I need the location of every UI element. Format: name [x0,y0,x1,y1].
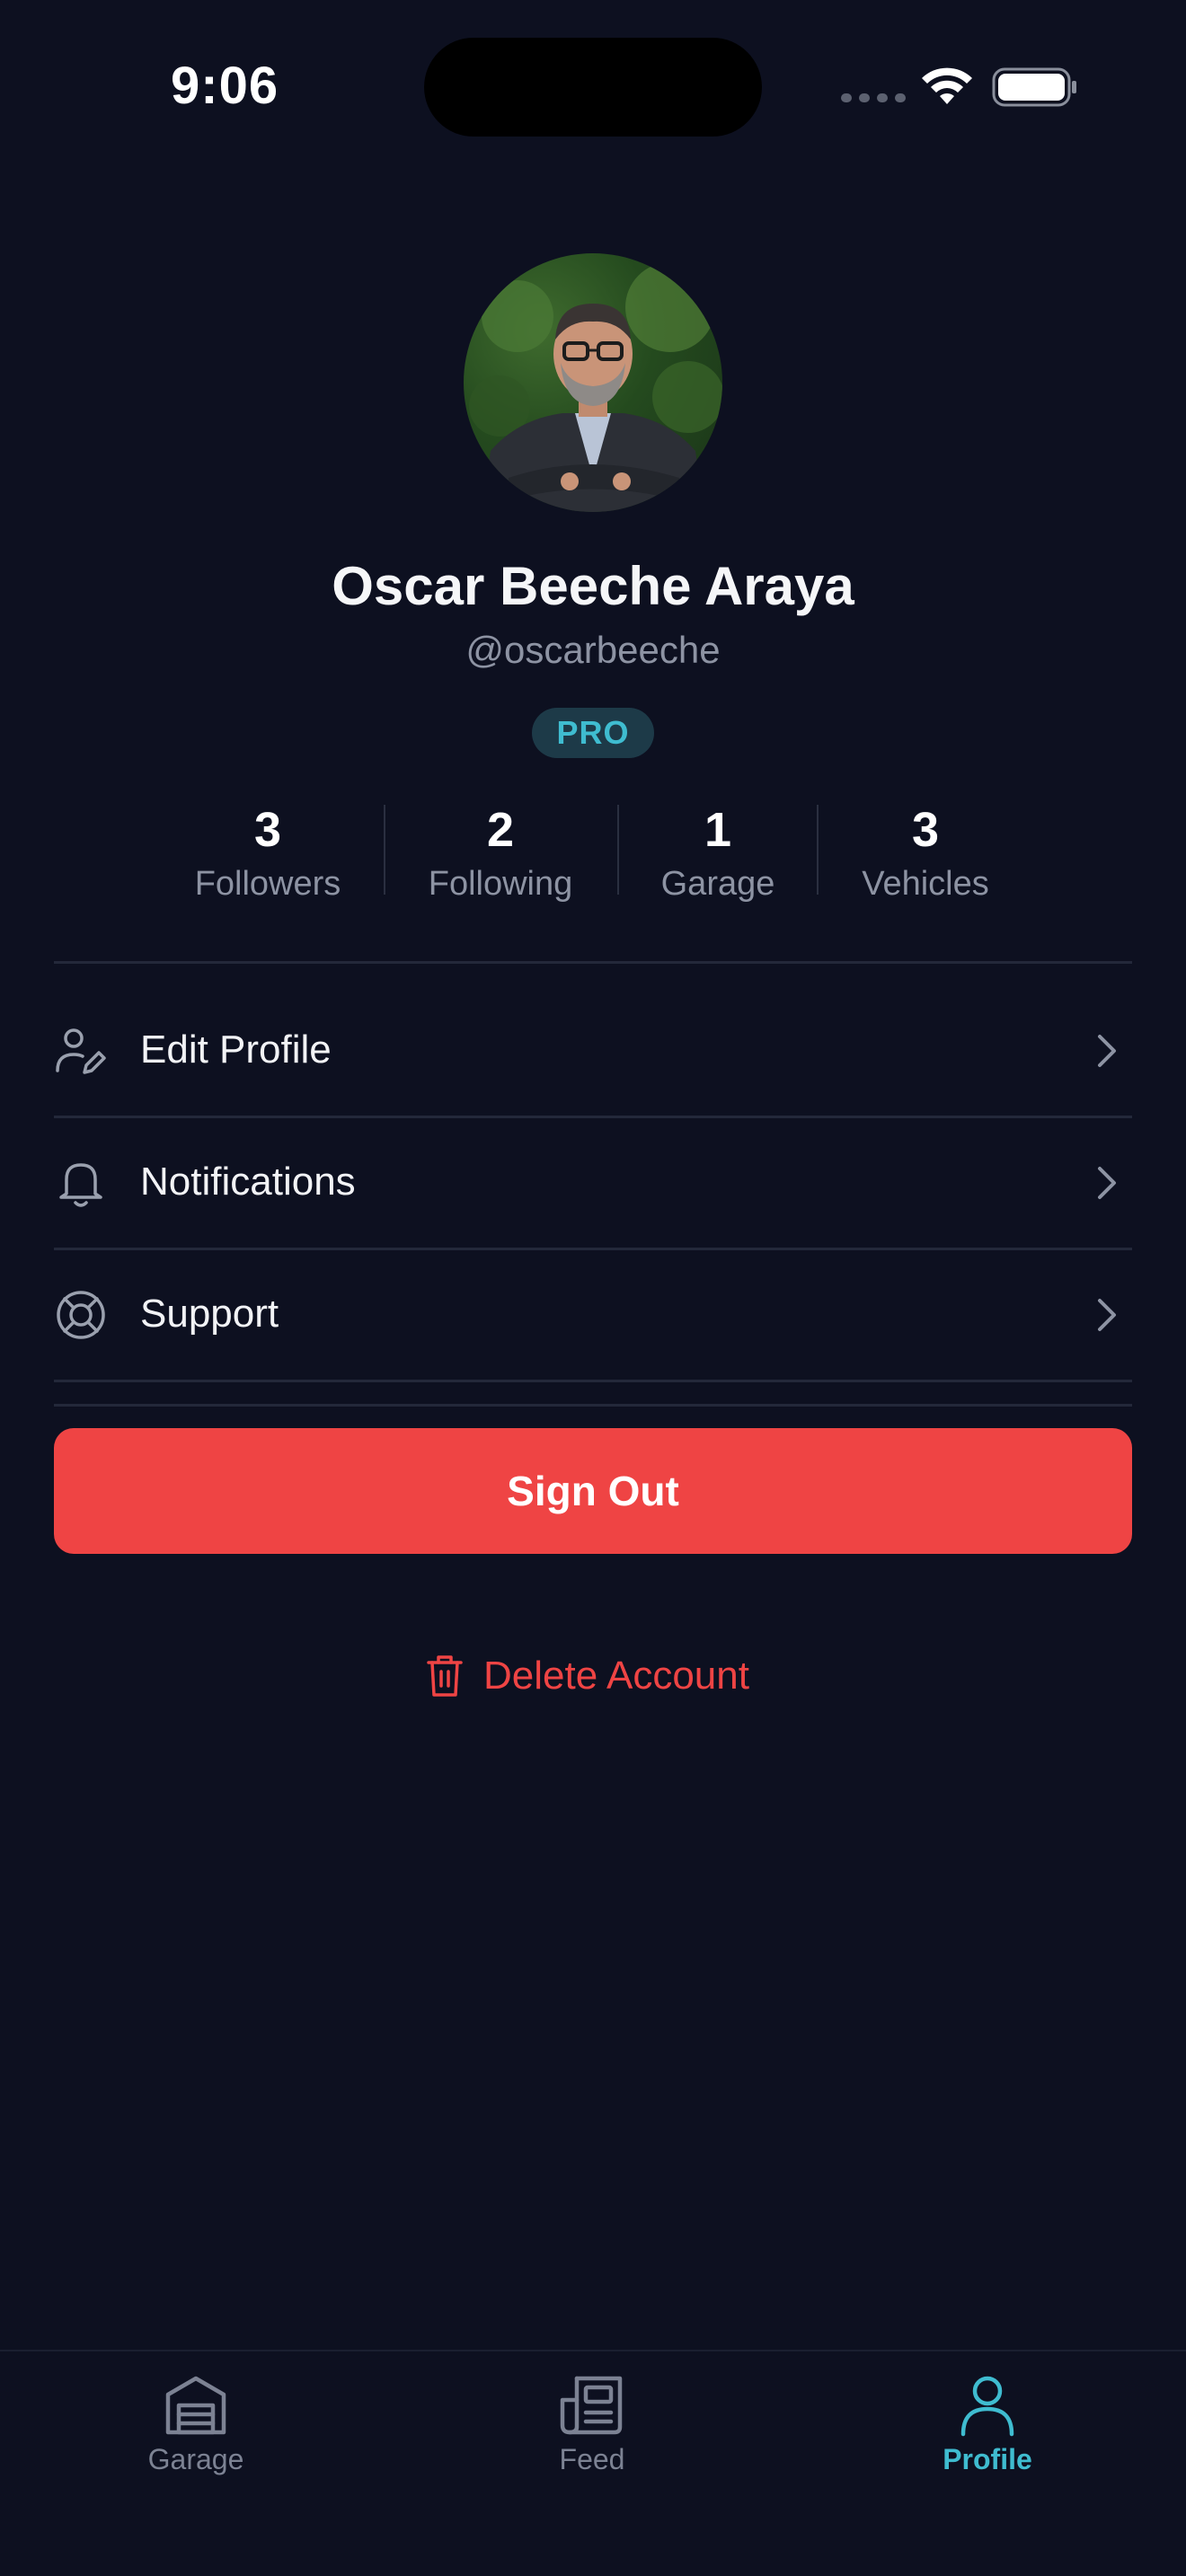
dynamic-island [424,38,762,137]
tab-garage[interactable]: Garage [97,2373,295,2476]
tab-profile[interactable]: Profile [889,2373,1086,2476]
status-time: 9:06 [171,57,279,115]
section-divider [54,1404,1132,1407]
section-divider [54,961,1132,964]
stat-label: Followers [194,865,341,903]
menu-label: Edit Profile [140,1028,332,1072]
profile-name: Oscar Beeche Araya [332,556,854,616]
stat-label: Vehicles [862,865,989,903]
cellular-signal-icon [841,93,906,102]
tab-label: Feed [559,2443,625,2475]
stat-label: Following [428,865,573,903]
chevron-right-icon [1098,1035,1116,1067]
stat-value: 1 [704,803,732,857]
menu-item-edit-profile[interactable]: Edit Profile [54,986,1132,1116]
chevron-right-icon [1098,1299,1116,1331]
wifi-icon [922,67,972,104]
battery-icon [992,67,1076,107]
delete-account-label: Delete Account [483,1654,749,1698]
menu-item-support[interactable]: Support [54,1250,1132,1380]
menu-item-notifications[interactable]: Notifications [54,1118,1132,1248]
stat-garage[interactable]: 1 Garage [646,801,790,905]
stat-divider [617,805,619,895]
trash-icon [427,1655,463,1697]
stat-following[interactable]: 2 Following [420,801,581,905]
user-edit-icon [56,1028,106,1074]
profile-screen: 9:06 Oscar Beeche Araya @oscarbeeche PRO… [0,0,1186,2576]
stat-label: Garage [660,865,775,903]
newspaper-icon [560,2376,623,2435]
stat-vehicles[interactable]: 3 Vehicles [845,801,1006,905]
lifebuoy-icon [57,1291,105,1339]
stat-divider [817,805,819,895]
stat-followers[interactable]: 3 Followers [187,801,349,905]
pro-badge: PRO [532,708,654,758]
garage-icon [165,2376,226,2435]
stat-value: 3 [253,803,282,857]
user-icon [960,2376,1014,2437]
tab-bar: Garage Feed Profile [0,2350,1186,2576]
delete-account-button[interactable]: Delete Account [426,1649,749,1703]
avatar-photo [469,262,722,512]
stat-value: 2 [486,803,515,857]
sign-out-button[interactable]: Sign Out [54,1428,1132,1554]
avatar[interactable] [464,253,722,512]
tab-label: Garage [147,2443,244,2475]
tab-feed[interactable]: Feed [493,2373,691,2476]
stat-value: 3 [911,803,940,857]
chevron-right-icon [1098,1167,1116,1199]
bell-icon [59,1163,102,1207]
stat-divider [384,805,385,895]
menu-label: Support [140,1292,279,1336]
menu-label: Notifications [140,1160,356,1204]
tab-label: Profile [943,2443,1032,2475]
row-divider [54,1380,1132,1382]
profile-handle: @oscarbeeche [465,629,721,671]
